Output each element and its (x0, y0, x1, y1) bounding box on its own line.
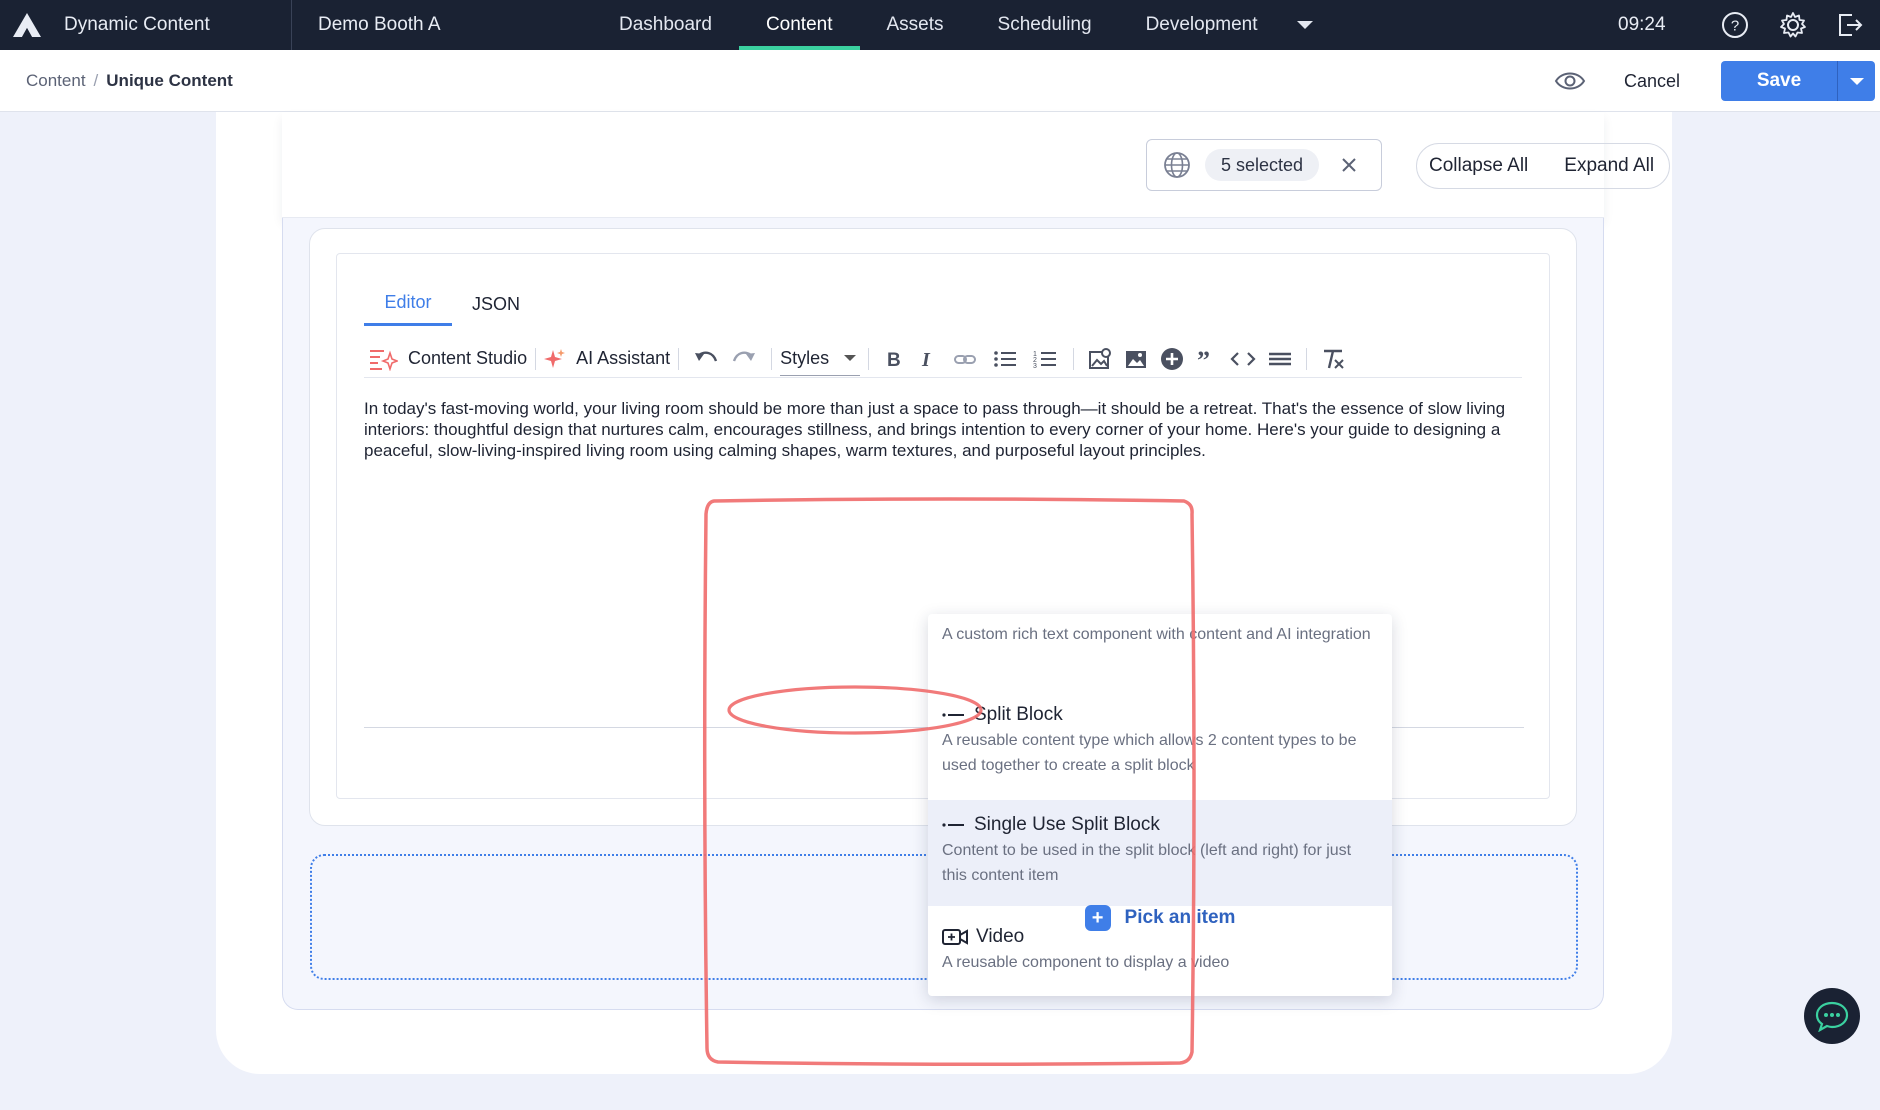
tab-editor[interactable]: Editor (364, 282, 452, 326)
editor-toolbar: Content Studio AI Assistant Styles B I 1… (364, 340, 1522, 378)
clear-close-icon[interactable] (1339, 155, 1359, 175)
picker-option-title: Single Use Split Block (974, 814, 1160, 835)
chat-support-button[interactable] (1804, 988, 1860, 1044)
picker-option-description: A reusable component to display a video (942, 954, 1230, 971)
svg-text:B: B (887, 350, 901, 369)
picker-option-rich-text[interactable]: A custom rich text component with conten… (928, 622, 1392, 647)
plus-icon: + (1084, 905, 1111, 931)
styles-dropdown[interactable]: Styles (780, 342, 861, 376)
link-icon[interactable] (953, 343, 977, 375)
brand[interactable]: Dynamic Content (0, 0, 292, 50)
nav-development[interactable]: Development (1119, 0, 1285, 50)
svg-text:I: I (921, 349, 931, 369)
toolbar-divider (1306, 347, 1308, 370)
toolbar-divider (678, 347, 680, 370)
breadcrumb-current: Unique Content (106, 71, 233, 90)
content-header-bar: Content / Unique Content Cancel Save (0, 50, 1880, 112)
nav-dashboard[interactable]: Dashboard (592, 0, 739, 50)
form-toolbar: 5 selected Collapse All Expand All (282, 112, 1670, 218)
svg-text:?: ? (1731, 18, 1739, 35)
caret-down-icon (1849, 77, 1864, 85)
content-studio-label: Content Studio (408, 348, 528, 368)
toolbar-divider (868, 347, 870, 370)
breadcrumb: Content / Unique Content (26, 50, 233, 112)
numbered-list-icon[interactable]: 123 (1033, 343, 1057, 375)
ai-assistant-button[interactable]: AI Assistant (544, 343, 670, 375)
editor-tabs: Editor JSON (364, 282, 540, 326)
add-circle-icon[interactable] (1160, 343, 1184, 375)
save-options-dropdown[interactable] (1837, 61, 1875, 101)
save-button[interactable]: Save (1721, 61, 1837, 101)
collapse-all-button[interactable]: Collapse All (1429, 155, 1528, 177)
caret-down-icon (1296, 21, 1313, 29)
content-form-card: 5 selected Collapse All Expand All Edito… (216, 112, 1672, 1074)
pick-an-item-button[interactable]: + Pick an item (928, 894, 1392, 942)
clock: 09:24 (1618, 14, 1666, 35)
quote-icon[interactable]: ” (1196, 343, 1218, 375)
locale-selected-chip: 5 selected (1205, 149, 1320, 181)
settings-gear-icon[interactable] (1778, 10, 1808, 40)
save-button-group: Save (1721, 61, 1875, 101)
picker-option-description: A reusable content type which allows 2 c… (942, 732, 1357, 774)
toolbar-divider (771, 347, 773, 370)
nav-more-dropdown[interactable] (1285, 0, 1325, 50)
svg-text:3: 3 (1033, 363, 1037, 369)
globe-icon (1164, 152, 1190, 178)
breadcrumb-separator: / (93, 71, 99, 90)
content-studio-button[interactable]: Content Studio (368, 343, 527, 375)
bullet-list-icon[interactable] (993, 343, 1017, 375)
horizontal-rule-icon[interactable] (1268, 343, 1292, 375)
toolbar-divider (535, 347, 537, 370)
redo-icon[interactable] (731, 343, 757, 375)
picker-option-title-row: Split Block (942, 702, 1378, 728)
chat-bubble-icon (1815, 1001, 1849, 1032)
nav-content[interactable]: Content (738, 0, 860, 50)
picker-option-description: Content to be used in the split block (l… (942, 842, 1352, 884)
caret-down-icon (844, 355, 857, 361)
pick-an-item-label: Pick an item (1124, 907, 1236, 928)
nav-scheduling[interactable]: Scheduling (971, 0, 1119, 50)
picker-option-split-block[interactable]: Split Block A reusable content type whic… (928, 702, 1392, 778)
top-navigation-bar: Dynamic Content Demo Booth A Dashboard C… (0, 0, 1880, 50)
undo-icon[interactable] (693, 343, 719, 375)
main-nav: Dashboard Content Assets Scheduling Deve… (592, 0, 1325, 50)
picker-option-title: Split Block (974, 704, 1063, 725)
breadcrumb-content-link[interactable]: Content (26, 71, 86, 91)
ai-assistant-label: AI Assistant (576, 348, 671, 368)
amplience-logo-icon (13, 13, 41, 37)
tab-json[interactable]: JSON (452, 282, 540, 326)
styles-label: Styles (780, 347, 830, 368)
expand-all-button[interactable]: Expand All (1564, 155, 1654, 177)
locale-selector[interactable]: 5 selected (1146, 139, 1382, 191)
italic-icon[interactable]: I (919, 343, 937, 375)
hub-selector[interactable]: Demo Booth A (292, 0, 592, 50)
insert-image-link-icon[interactable] (1088, 343, 1112, 375)
image-icon[interactable] (1124, 343, 1148, 375)
bold-icon[interactable]: B (885, 343, 903, 375)
logout-icon[interactable] (1834, 10, 1864, 40)
help-icon[interactable]: ? (1720, 10, 1750, 40)
collapse-expand-group: Collapse All Expand All (1416, 143, 1670, 189)
clear-formatting-icon[interactable] (1321, 343, 1345, 375)
editor-body-text[interactable]: In today's fast-moving world, your livin… (364, 398, 1524, 461)
nav-assets[interactable]: Assets (860, 0, 971, 50)
content-studio-icon (370, 349, 398, 371)
picker-option-single-use-split-block[interactable]: Single Use Split Block Content to be use… (928, 800, 1392, 906)
split-icon (942, 713, 964, 717)
toolbar-divider (1073, 347, 1075, 370)
preview-eye-icon[interactable] (1554, 67, 1586, 95)
picker-option-title-row: Single Use Split Block (942, 812, 1378, 838)
svg-text:”: ” (1197, 349, 1210, 369)
code-icon[interactable] (1230, 343, 1256, 375)
split-icon (942, 823, 964, 827)
picker-option-description: A custom rich text component with conten… (942, 626, 1371, 643)
cancel-button[interactable]: Cancel (1602, 62, 1702, 100)
app-title: Dynamic Content (64, 14, 210, 35)
sparkle-icon (544, 348, 566, 368)
